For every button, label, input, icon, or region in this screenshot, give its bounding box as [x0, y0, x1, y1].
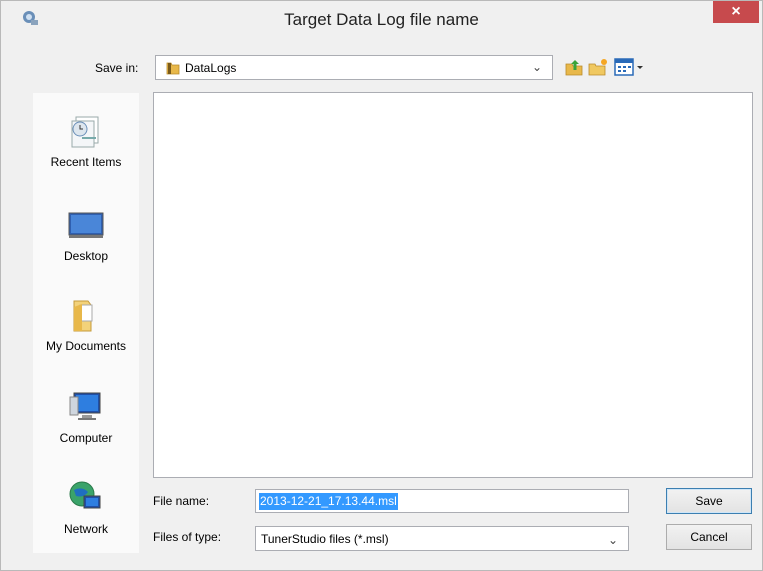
places-bar: Recent Items Desktop My Documents Comput…	[33, 93, 139, 553]
file-type-value: TunerStudio files (*.msl)	[261, 532, 389, 546]
place-recent-items[interactable]: Recent Items	[33, 111, 139, 169]
up-folder-icon[interactable]	[563, 56, 585, 78]
file-type-select[interactable]: TunerStudio files (*.msl) ⌄	[255, 526, 629, 551]
desktop-icon	[68, 212, 104, 238]
save-button[interactable]: Save	[666, 488, 752, 514]
view-menu-icon[interactable]	[613, 56, 647, 78]
file-type-label: Files of type:	[153, 530, 222, 544]
save-in-value: DataLogs	[185, 61, 237, 75]
place-desktop[interactable]: Desktop	[33, 205, 139, 263]
place-my-documents[interactable]: My Documents	[33, 295, 139, 353]
chevron-down-icon: ⌄	[531, 60, 542, 74]
cancel-button[interactable]: Cancel	[666, 524, 752, 550]
file-list[interactable]	[153, 92, 753, 478]
place-label: Computer	[59, 431, 113, 445]
place-label: My Documents	[45, 339, 127, 353]
computer-icon	[69, 392, 101, 420]
recent-items-icon	[71, 116, 99, 148]
new-folder-icon[interactable]	[587, 56, 609, 78]
title-bar[interactable]: Target Data Log file name ×	[1, 1, 762, 37]
place-computer[interactable]: Computer	[33, 387, 139, 445]
place-label: Desktop	[63, 249, 109, 263]
save-in-label: Save in:	[95, 61, 139, 75]
chevron-down-icon: ⌄	[607, 533, 618, 547]
place-network[interactable]: Network	[33, 478, 139, 536]
documents-folder-icon	[73, 300, 93, 332]
save-dialog: Target Data Log file name × Save in: Dat…	[0, 0, 763, 571]
window-title: Target Data Log file name	[284, 10, 479, 29]
place-label: Network	[63, 522, 108, 536]
close-button[interactable]: ×	[713, 1, 759, 23]
file-name-input[interactable]: 2013-12-21_17.13.44.msl	[255, 489, 629, 513]
file-name-value: 2013-12-21_17.13.44.msl	[259, 493, 398, 510]
place-label: Recent Items	[50, 155, 122, 169]
file-name-label: File name:	[153, 494, 210, 508]
folder-icon	[166, 62, 180, 75]
network-icon	[69, 481, 101, 509]
save-in-combo[interactable]: DataLogs ⌄	[155, 55, 553, 80]
